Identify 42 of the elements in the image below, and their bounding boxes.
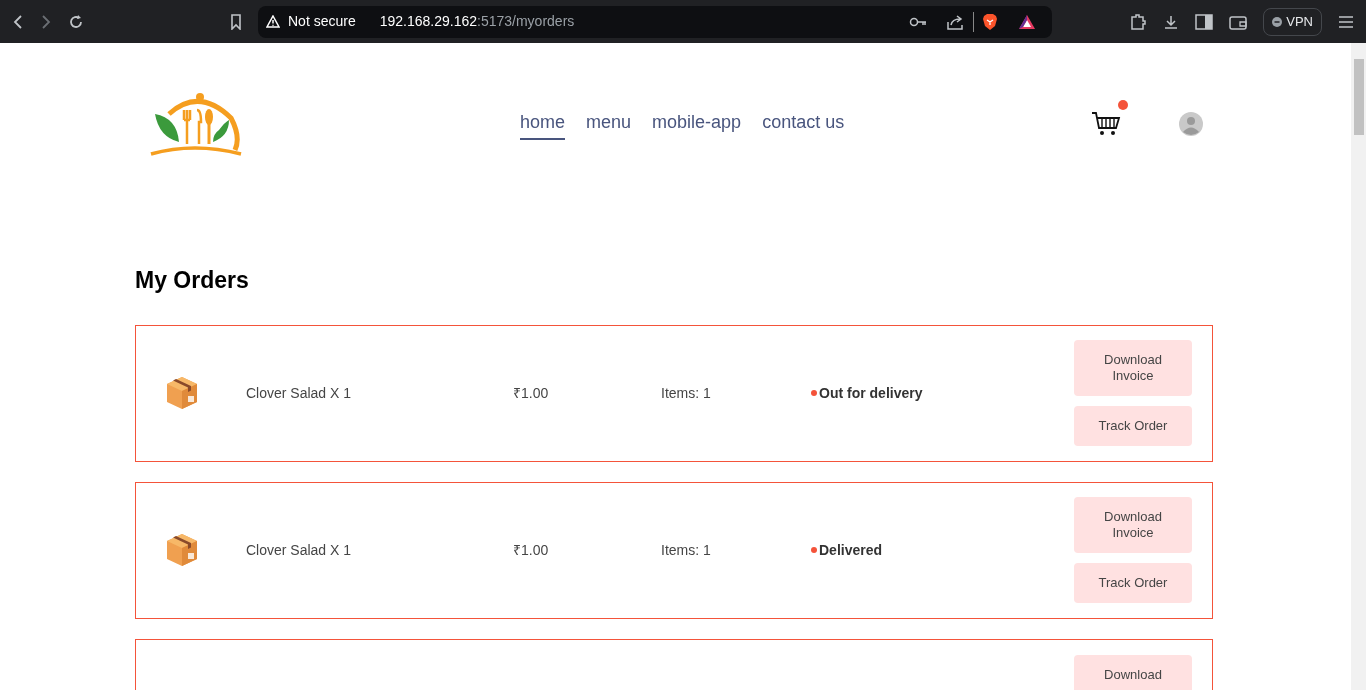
address-bar[interactable]: Not secure 192.168.29.162:5173/myorders xyxy=(258,5,1052,38)
avatar-icon[interactable] xyxy=(1179,112,1203,136)
order-price: ₹1.00 xyxy=(513,383,550,403)
parcel-box-icon xyxy=(165,375,199,411)
nav-tab[interactable]: mobile-app xyxy=(652,108,742,140)
back-icon[interactable] xyxy=(12,13,24,30)
vpn-button[interactable]: VPN xyxy=(1263,7,1322,36)
track-order-button[interactable]: Track Order xyxy=(1074,406,1192,446)
key-icon[interactable] xyxy=(909,16,927,27)
bookmark-icon[interactable] xyxy=(230,13,242,30)
item-name: Clover Salad X 1 xyxy=(246,540,353,560)
order-status: Delivered xyxy=(819,540,883,560)
triangle-icon[interactable] xyxy=(1018,13,1036,30)
item-name: Clover Salad X 1 xyxy=(246,383,353,403)
scrollbar[interactable] xyxy=(1351,43,1366,690)
parcel-box-icon xyxy=(165,532,199,568)
order-price: ₹1.00 xyxy=(513,540,550,560)
order-status: Out for delivery xyxy=(819,383,923,403)
nav-tab[interactable]: home xyxy=(520,108,566,140)
nav-tab[interactable]: contact us xyxy=(762,108,845,140)
forward-icon[interactable] xyxy=(40,13,52,30)
track-order-button[interactable]: Track Order xyxy=(1074,563,1192,603)
nav-tab[interactable]: menu xyxy=(586,108,632,140)
url-text: 192.168.29.162:5173/myorders xyxy=(379,12,575,31)
share-icon[interactable] xyxy=(947,13,965,30)
download-icon[interactable] xyxy=(1163,13,1180,30)
lion-shield-icon[interactable] xyxy=(982,12,998,31)
item-count: Items: 1 xyxy=(661,540,712,560)
reload-icon[interactable] xyxy=(68,13,84,30)
sidebar-icon[interactable] xyxy=(1195,13,1214,30)
item-count: Items: 1 xyxy=(661,383,712,403)
extensions-icon[interactable] xyxy=(1129,12,1148,31)
download-invoice-button[interactable]: Download Invoice xyxy=(1074,340,1192,396)
wallet-icon[interactable] xyxy=(1229,13,1248,30)
minus-circle-icon xyxy=(1272,16,1283,27)
page-title: My Orders xyxy=(135,266,250,295)
menu-icon[interactable] xyxy=(1338,14,1354,29)
download-invoice-button[interactable]: Download xyxy=(1074,654,1192,690)
download-invoice-button[interactable]: Download Invoice xyxy=(1074,497,1192,553)
cart-icon[interactable] xyxy=(1091,110,1121,138)
warning-icon xyxy=(266,15,280,28)
security-label: Not secure xyxy=(288,12,356,31)
